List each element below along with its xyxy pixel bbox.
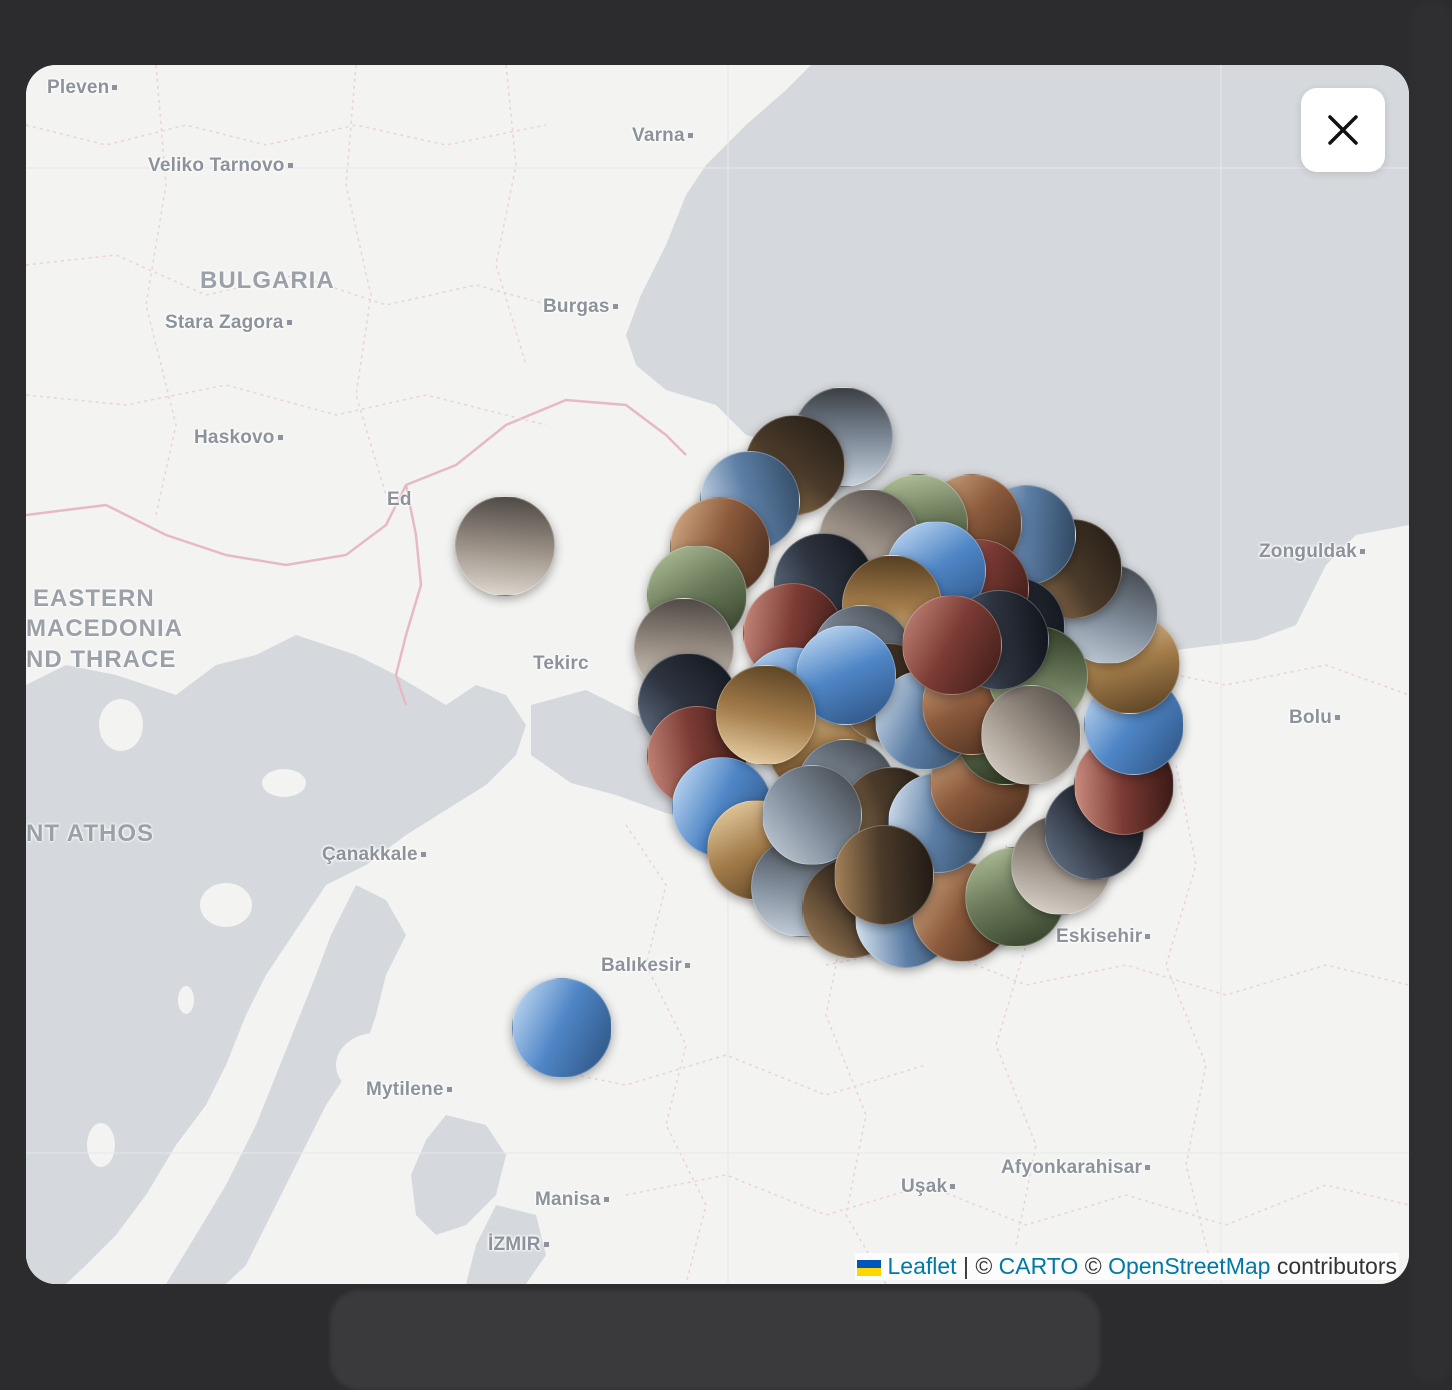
city-name: Veliko Tarnovo — [148, 155, 285, 176]
map-attribution: Leaflet | © CARTO © OpenStreetMap contri… — [855, 1253, 1399, 1280]
city-label-zonguldak: Zonguldak — [1259, 541, 1365, 563]
city-label-tekirdag: Tekirc — [533, 653, 589, 675]
city-label-balikesir: Balıkesir — [601, 955, 691, 977]
cluster-photo-marker[interactable] — [902, 595, 1002, 695]
city-dot-icon — [287, 163, 293, 169]
city-label-stara: Stara Zagora — [165, 312, 292, 334]
copyright-symbol-1: © — [975, 1253, 993, 1279]
city-name: Varna — [632, 125, 685, 146]
city-name: Balıkesir — [601, 955, 683, 976]
city-dot-icon — [685, 963, 691, 969]
city-dot-icon — [1335, 715, 1341, 721]
city-dot-icon — [277, 435, 283, 441]
cluster-photo-marker[interactable] — [981, 685, 1081, 785]
city-label-manisa: Manisa — [535, 1189, 609, 1211]
city-dot-icon — [1145, 1165, 1151, 1171]
city-dot-icon — [543, 1242, 549, 1248]
copyright-symbol-2: © — [1084, 1253, 1102, 1279]
city-name: Uşak — [901, 1176, 948, 1197]
city-name: Mytilene — [366, 1079, 444, 1100]
city-dot-icon — [446, 1087, 452, 1093]
city-label-pleven: Pleven — [47, 77, 118, 99]
city-dot-icon — [603, 1197, 609, 1203]
city-name: Stara Zagora — [165, 312, 284, 333]
photo-marker[interactable] — [512, 978, 612, 1078]
close-icon — [1328, 115, 1358, 145]
backdrop-sidebar — [1410, 0, 1452, 1384]
attribution-suffix: contributors — [1276, 1253, 1397, 1279]
region-label-bulgaria: BULGARIA — [200, 267, 335, 294]
city-name: İZMIR — [488, 1234, 541, 1255]
ukraine-flag-icon — [857, 1259, 882, 1276]
city-label-eskisehir: Eskisehir — [1056, 926, 1151, 948]
city-dot-icon — [1145, 934, 1151, 940]
city-dot-icon — [612, 304, 618, 310]
city-name: Bolu — [1289, 707, 1333, 728]
city-label-mytilene: Mytilene — [366, 1079, 452, 1101]
city-name: Çanakkale — [322, 844, 418, 865]
cluster-photo-marker[interactable] — [716, 665, 816, 765]
city-label-bolu: Bolu — [1289, 707, 1341, 729]
city-label-canakkale: Çanakkale — [322, 844, 426, 866]
city-name: Pleven — [47, 77, 110, 98]
city-dot-icon — [112, 85, 118, 91]
city-dot-icon — [420, 852, 426, 858]
city-label-izmir: İZMIR — [488, 1234, 549, 1256]
region-label-eastern-macedonia-2: MACEDONIA — [26, 615, 183, 642]
region-label-eastern-macedonia-1: EASTERN — [33, 585, 155, 612]
region-label-athos: NT ATHOS — [26, 820, 154, 847]
leaflet-link[interactable]: Leaflet — [887, 1253, 956, 1279]
city-label-usak: Uşak — [901, 1176, 956, 1198]
city-name: Burgas — [543, 296, 610, 317]
city-dot-icon — [950, 1184, 956, 1190]
backdrop-page — [330, 1290, 1100, 1390]
attribution-separator: | — [962, 1253, 969, 1279]
city-name: Ed — [387, 489, 412, 510]
city-name: Zonguldak — [1259, 541, 1357, 562]
close-button[interactable] — [1301, 88, 1385, 172]
city-label-burgas: Burgas — [543, 296, 618, 318]
city-label-veliko: Veliko Tarnovo — [148, 155, 293, 177]
photo-marker[interactable] — [455, 496, 555, 596]
openstreetmap-link[interactable]: OpenStreetMap — [1108, 1253, 1270, 1279]
city-dot-icon — [1359, 549, 1365, 555]
city-name: Eskisehir — [1056, 926, 1143, 947]
region-label-eastern-macedonia-3: ND THRACE — [26, 646, 177, 673]
city-name: Manisa — [535, 1189, 601, 1210]
city-label-afyon: Afyonkarahisar — [1001, 1157, 1151, 1179]
map-modal: BULGARIA EASTERN MACEDONIA ND THRACE NT … — [26, 65, 1409, 1284]
cluster-photo-marker[interactable] — [834, 825, 934, 925]
city-dot-icon — [286, 320, 292, 326]
city-dot-icon — [687, 133, 693, 139]
city-label-varna: Varna — [632, 125, 693, 147]
city-label-edirne: Ed — [387, 489, 412, 511]
city-name: Haskovo — [194, 427, 275, 448]
city-name: Afyonkarahisar — [1001, 1157, 1143, 1178]
city-label-haskovo: Haskovo — [194, 427, 283, 449]
carto-link[interactable]: CARTO — [999, 1253, 1079, 1279]
city-name: Tekirc — [533, 653, 589, 674]
